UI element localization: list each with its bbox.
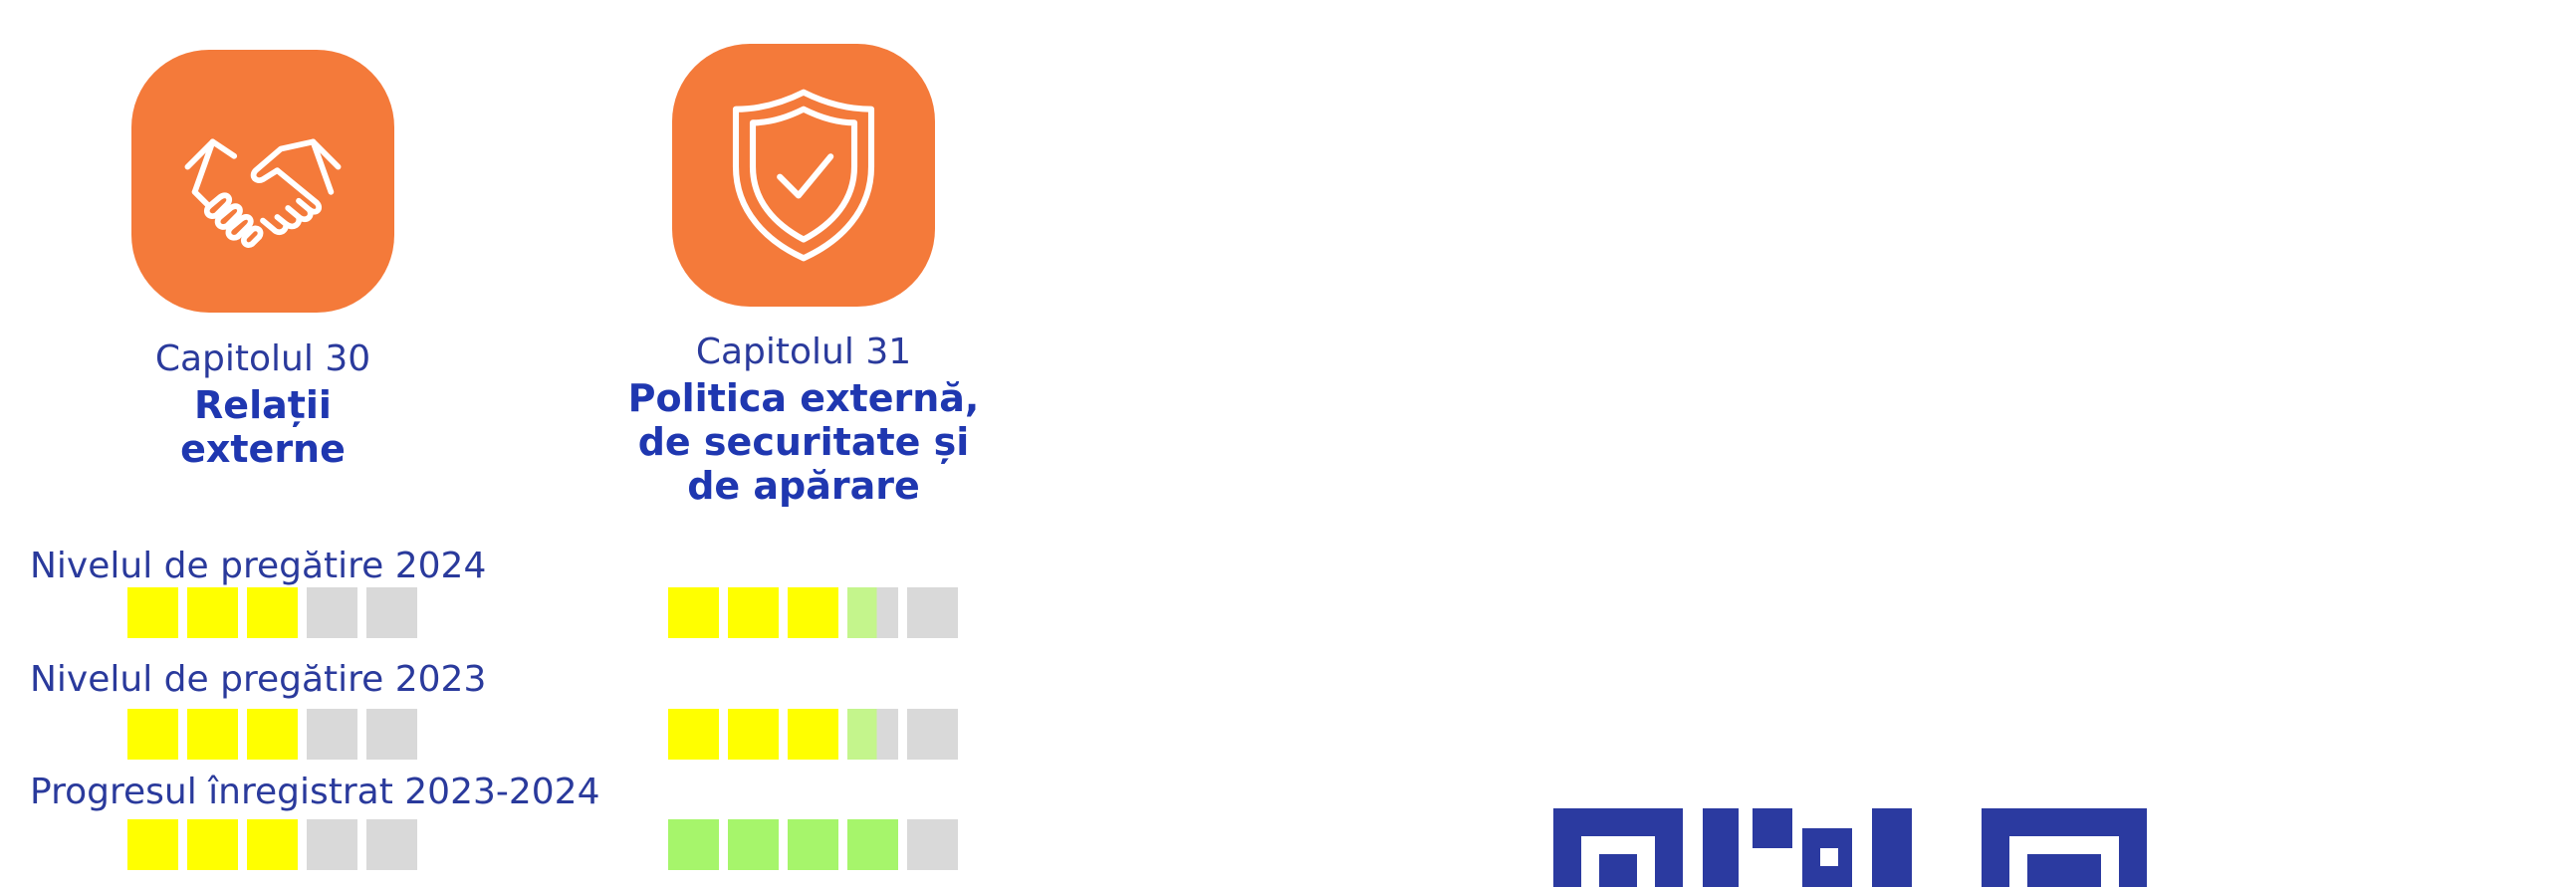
level-square-empty: [366, 709, 417, 760]
level-square-y: [187, 819, 238, 870]
level-square-y: [127, 819, 178, 870]
level-square-empty: [307, 819, 357, 870]
level-square-g: [728, 819, 779, 870]
level-square-g: [847, 819, 898, 870]
level-square-y: [247, 587, 298, 638]
level-square-y: [127, 709, 178, 760]
chapter30-level-2024-bar: [127, 587, 417, 638]
level-square-y: [668, 709, 719, 760]
chapter30-level-2023-bar: [127, 709, 417, 760]
level-square-g: [668, 819, 719, 870]
level-square-y: [187, 709, 238, 760]
chapter31-title-line: de apărare: [687, 464, 920, 508]
level-square-y: [247, 819, 298, 870]
chapter31-level-2023-bar: [668, 709, 958, 760]
level-square-half: [847, 709, 898, 760]
level-square-empty: [907, 819, 958, 870]
level-square-empty: [307, 587, 357, 638]
level-square-empty: [907, 587, 958, 638]
qr-code-icon: [1553, 808, 2147, 887]
chapter30-title-line: Relații: [194, 383, 332, 427]
level-square-empty: [366, 587, 417, 638]
chapter31-title-line: Politica externă,: [627, 376, 980, 420]
shield-check-icon: [732, 89, 875, 262]
chapter30-title-line: externe: [180, 427, 346, 471]
chapter30-icon-tile: [131, 50, 394, 313]
chapter31-icon-tile: [672, 44, 935, 307]
chapter31-number: Capitolul 31: [695, 332, 912, 372]
level-square-empty: [307, 709, 357, 760]
level-square-g: [788, 819, 838, 870]
level-label-2023: Nivelul de pregătire 2023: [30, 659, 487, 700]
chapter30-title: Relații externe: [131, 383, 394, 471]
level-square-empty: [366, 819, 417, 870]
level-square-y: [728, 709, 779, 760]
chapter31-level-2024-bar: [668, 587, 958, 638]
level-square-y: [788, 587, 838, 638]
level-square-y: [247, 709, 298, 760]
handshake-icon: [184, 138, 342, 249]
level-square-y: [187, 587, 238, 638]
chapter30-number: Capitolul 30: [154, 338, 371, 379]
progress-label: Progresul înregistrat 2023-2024: [30, 772, 600, 812]
chapter31-progress-bar: [668, 819, 958, 870]
level-label-2024: Nivelul de pregătire 2024: [30, 546, 487, 586]
level-square-y: [668, 587, 719, 638]
level-square-empty: [907, 709, 958, 760]
chapter30-progress-bar: [127, 819, 417, 870]
level-square-y: [788, 709, 838, 760]
chapter31-title: Politica externă, de securitate și de ap…: [617, 376, 990, 508]
level-square-half: [847, 587, 898, 638]
qr-code: [1553, 808, 2147, 887]
level-square-y: [728, 587, 779, 638]
chapter31-title-line: de securitate și: [637, 420, 970, 464]
level-square-y: [127, 587, 178, 638]
